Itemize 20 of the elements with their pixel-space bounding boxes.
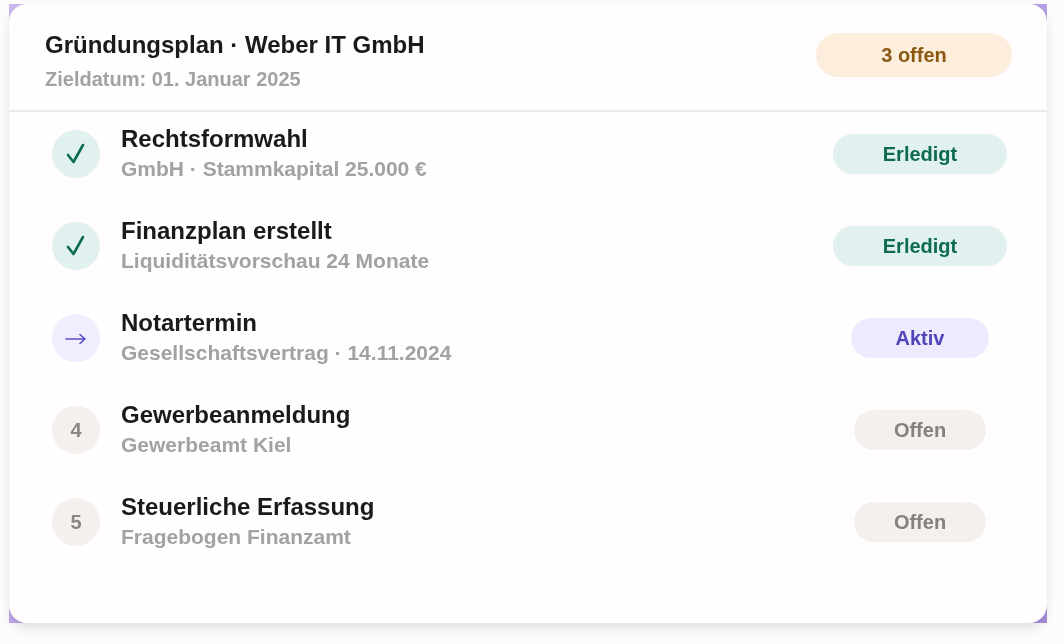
status-badge: Erledigt (832, 226, 1008, 266)
open-count-badge: 3 offen (816, 33, 1012, 77)
step-detail: Liquiditätsvorschau 24 Monate (121, 248, 430, 274)
plan-title: Gründungsplan · Weber IT GmbH (45, 30, 425, 60)
step-number: 4 (52, 406, 100, 454)
step-detail: Fragebogen Finanzamt (121, 524, 352, 550)
step-title: Notartermin (121, 308, 259, 338)
status-badge: Erledigt (832, 134, 1008, 174)
step-title: Finanzplan erstellt (121, 216, 333, 246)
status-badge: Offen (853, 502, 987, 542)
target-date: Zieldatum: 01. Januar 2025 (45, 67, 302, 92)
step-title: Rechtsformwahl (121, 124, 309, 154)
step-title: Steuerliche Erfassung (121, 492, 375, 522)
status-badge: Offen (853, 410, 987, 450)
step-number: 5 (52, 498, 100, 546)
status-badge: Aktiv (850, 318, 990, 358)
step-detail: Gewerbeamt Kiel (121, 432, 293, 458)
step-detail: GmbH · Stammkapital 25.000 € (121, 156, 427, 182)
step-title: Gewerbeanmeldung (121, 400, 351, 430)
step-detail: Gesellschaftsvertrag · 14.11.2024 (121, 340, 452, 366)
